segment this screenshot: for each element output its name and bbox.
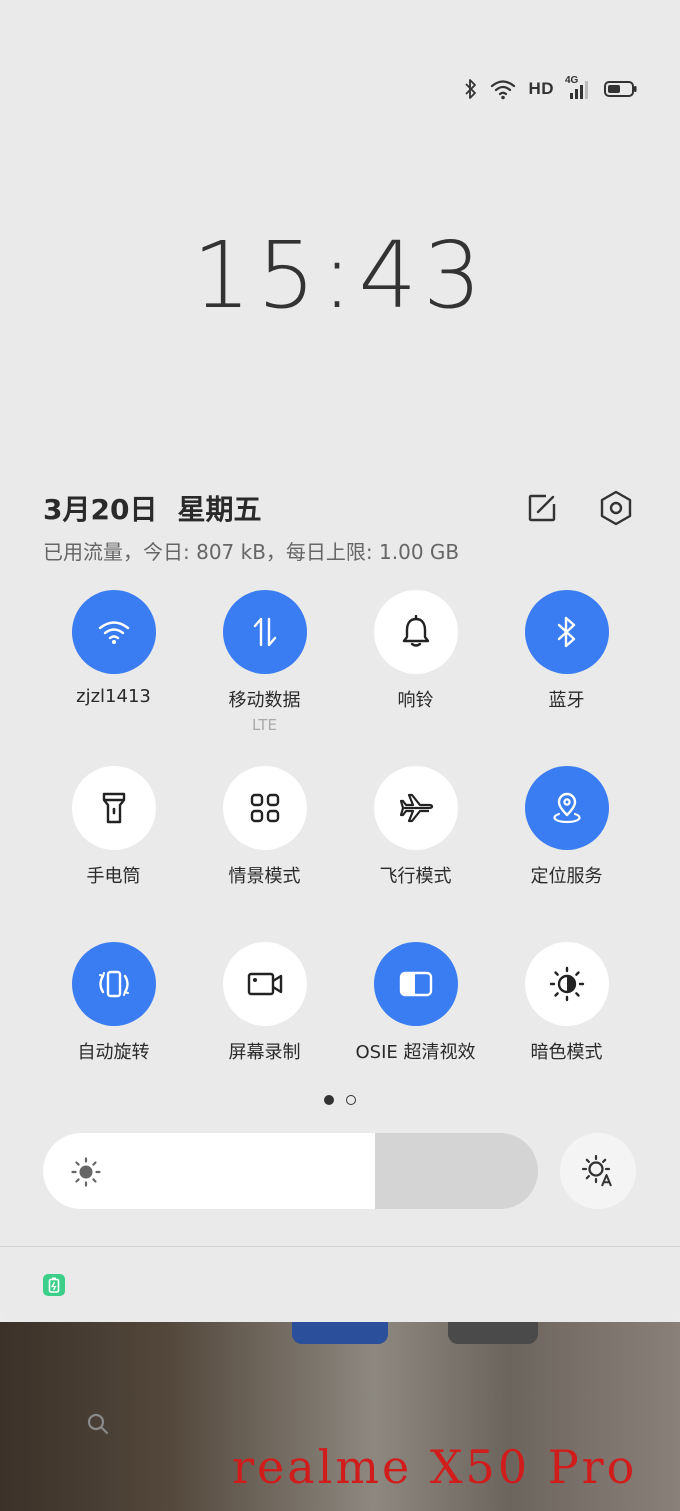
tile-auto-rotate-toggle[interactable]: [71, 942, 156, 1026]
quick-settings-panel: HD 4G 15:43 3月20日 星期五 已用流量，今日: 807 kB，每日…: [0, 0, 680, 1322]
mobile-data-icon: [253, 617, 276, 647]
auto-rotate-icon: [98, 970, 129, 998]
lock-clock: 15:43: [192, 222, 488, 329]
scene-mode-icon: [250, 793, 279, 823]
osie-icon: [399, 971, 432, 997]
tile-dark-mode[interactable]: 暗色模式: [491, 942, 642, 1112]
tile-bluetooth-toggle[interactable]: [524, 590, 609, 674]
settings-button[interactable]: [598, 488, 634, 528]
tile-flashlight[interactable]: 手电筒: [38, 766, 189, 942]
battery-icon: [604, 79, 638, 99]
tile-label: 暗色模式: [530, 1042, 603, 1063]
tile-ring[interactable]: 响铃: [340, 590, 491, 766]
tile-bluetooth[interactable]: 蓝牙: [491, 590, 642, 766]
data-usage-text: 已用流量，今日: 807 kB，每日上限: 1.00 GB: [43, 540, 460, 564]
page-indicator: [0, 1095, 680, 1105]
tile-scene-mode-toggle[interactable]: [222, 766, 307, 850]
signal-4g-icon: 4G: [565, 75, 592, 100]
sun-icon: [71, 1157, 101, 1187]
date-header: 3月20日 星期五: [43, 488, 261, 528]
tile-osie[interactable]: OSIE 超清视效: [340, 942, 491, 1112]
flashlight-icon: [102, 792, 125, 824]
tile-airplane-mode-toggle[interactable]: [373, 766, 458, 850]
tile-screen-record[interactable]: 屏幕录制: [189, 942, 340, 1112]
status-bar: HD 4G: [464, 75, 638, 102]
tile-label: 屏幕录制: [228, 1042, 301, 1063]
page-dot[interactable]: [346, 1095, 356, 1105]
location-icon: [552, 792, 581, 824]
tile-scene-mode[interactable]: 情景模式: [189, 766, 340, 942]
bluetooth-icon: [557, 616, 575, 648]
screen-record-icon: [247, 972, 282, 996]
weekday-label: 星期五: [177, 493, 262, 526]
bluetooth-icon: [464, 78, 478, 100]
tile-label: 蓝牙: [548, 690, 585, 711]
tile-label: OSIE 超清视效: [355, 1042, 476, 1063]
search-icon: [87, 1413, 109, 1435]
tile-label: zjzl1413: [76, 686, 151, 707]
date-label: 3月20日: [43, 493, 158, 526]
brightness-slider[interactable]: [43, 1133, 538, 1209]
blurred-app-icon: [448, 1322, 538, 1344]
tile-label: 移动数据: [228, 690, 301, 711]
tile-label: 响铃: [397, 690, 434, 711]
tile-label: 自动旋转: [77, 1042, 150, 1063]
blurred-app-icon: [292, 1322, 388, 1344]
device-watermark: realme X50 Pro: [232, 1440, 638, 1494]
settings-icon: [600, 490, 632, 526]
tile-location[interactable]: 定位服务: [491, 766, 642, 942]
tile-wifi[interactable]: zjzl1413: [38, 590, 189, 766]
tile-ring-toggle[interactable]: [373, 590, 458, 674]
tile-wifi-toggle[interactable]: [71, 590, 156, 674]
tile-label: 手电筒: [86, 866, 141, 887]
tile-auto-rotate[interactable]: 自动旋转: [38, 942, 189, 1112]
tile-label: 情景模式: [228, 866, 301, 887]
network-type-label: 4G: [565, 75, 579, 86]
tile-label: 飞行模式: [379, 866, 452, 887]
auto-brightness-button[interactable]: [560, 1133, 636, 1209]
divider: [0, 1246, 680, 1247]
tile-sublabel: LTE: [252, 716, 277, 734]
wifi-icon: [490, 78, 516, 100]
tile-mobile-data[interactable]: 移动数据 LTE: [189, 590, 340, 766]
edit-button[interactable]: [524, 488, 560, 528]
page-dot-active[interactable]: [324, 1095, 334, 1105]
tile-location-toggle[interactable]: [524, 766, 609, 850]
tile-mobile-data-toggle[interactable]: [222, 590, 307, 674]
wifi-icon: [98, 621, 129, 644]
tile-label: 定位服务: [530, 866, 603, 887]
airplane-icon: [399, 793, 433, 823]
tile-dark-mode-toggle[interactable]: [524, 942, 609, 1026]
tile-osie-toggle[interactable]: [373, 942, 458, 1026]
dark-mode-icon: [549, 966, 584, 1002]
battery-saver-icon[interactable]: [43, 1274, 65, 1296]
header-actions: [524, 488, 634, 528]
tile-screen-record-toggle[interactable]: [222, 942, 307, 1026]
tile-airplane-mode[interactable]: 飞行模式: [340, 766, 491, 942]
auto-brightness-icon: [581, 1154, 612, 1187]
edit-icon: [528, 494, 556, 522]
quick-tiles-grid: zjzl1413 移动数据 LTE 响铃 蓝牙 手电筒 情景模式 飞行模式 定位…: [38, 590, 643, 1112]
bell-icon: [402, 615, 429, 647]
hd-voice-icon: HD: [528, 79, 554, 98]
tile-flashlight-toggle[interactable]: [71, 766, 156, 850]
